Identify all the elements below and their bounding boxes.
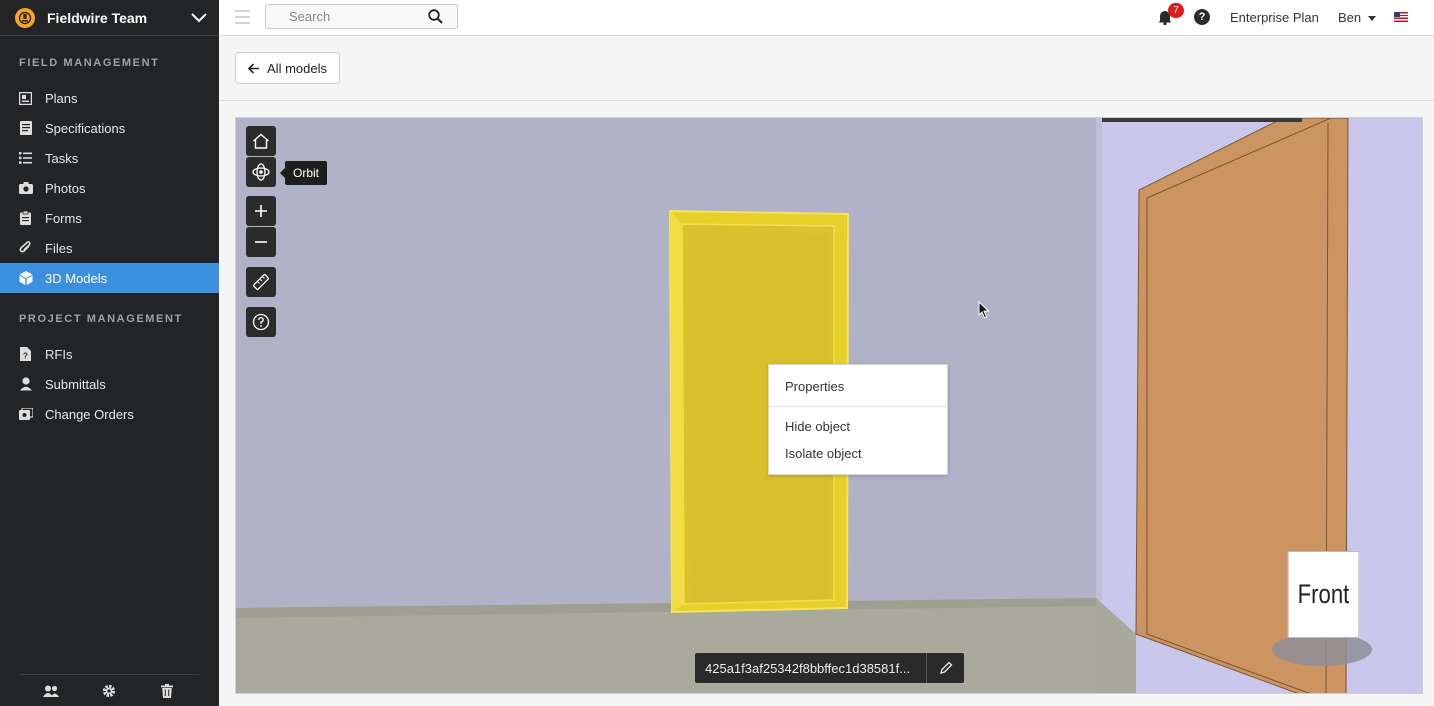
sidebar: Fieldwire Team FIELD MANAGEMENT Plans Sp… [0, 0, 219, 706]
sidebar-item-label: Specifications [45, 120, 126, 136]
sidebar-item-label: RFIs [45, 346, 73, 362]
orbit-tooltip: Orbit [279, 161, 328, 185]
orbit-icon [252, 163, 270, 181]
sidebar-item-label: Submittals [45, 376, 106, 392]
us-flag-icon[interactable] [1394, 12, 1408, 22]
object-id-bar: 425a1f3af25342f8bbffec1d38581f... [695, 653, 964, 683]
trash-icon[interactable] [159, 683, 175, 699]
sidebar-item-label: Tasks [45, 150, 79, 166]
zoom-in-button[interactable] [246, 196, 276, 226]
viewer-help-button[interactable] [246, 307, 276, 337]
sidebar-item-specifications[interactable]: Specifications [0, 113, 219, 143]
zoom-in-icon [255, 205, 267, 217]
sidebar-item-tasks[interactable]: Tasks [0, 143, 219, 173]
help-icon[interactable]: ? [1194, 9, 1210, 25]
sidebar-item-forms[interactable]: Forms [0, 203, 219, 233]
change-orders-icon [18, 407, 33, 422]
camera-icon [18, 181, 33, 196]
sidebar-item-label: Change Orders [45, 406, 134, 422]
sidebar-item-label: 3D Models [45, 270, 108, 286]
object-id-text: 425a1f3af25342f8bbffec1d38581f... [705, 660, 911, 676]
field-management-heading: FIELD MANAGEMENT [19, 57, 160, 69]
sidebar-item-plans[interactable]: Plans [0, 83, 219, 113]
chevron-down-icon[interactable] [179, 12, 219, 23]
sidebar-item-files[interactable]: Files [0, 233, 219, 263]
clipboard-icon [18, 211, 33, 226]
team-name: Fieldwire Team [47, 9, 148, 26]
sidebar-item-change-orders[interactable]: Change Orders [0, 399, 219, 429]
sidebar-item-label: Photos [45, 180, 86, 196]
context-menu: Properties Hide object Isolate object [768, 364, 948, 475]
all-models-back-button[interactable]: All models [235, 52, 340, 84]
isolate-object-menu-item[interactable]: Isolate object [785, 446, 862, 461]
page-header: All models [219, 37, 1434, 101]
help-icon [252, 313, 270, 331]
sidebar-item-label: Forms [45, 210, 82, 226]
sidebar-item-label: Files [45, 240, 73, 256]
sidebar-item-label: Plans [45, 90, 78, 106]
tasks-icon [18, 151, 33, 166]
menu-divider [769, 406, 947, 407]
app-root: Fieldwire Team FIELD MANAGEMENT Plans Sp… [0, 0, 1434, 706]
home-view-button[interactable] [246, 126, 276, 156]
edit-object-button[interactable] [926, 653, 964, 683]
user-name: Ben [1338, 10, 1362, 25]
menu-icon[interactable] [235, 10, 250, 24]
rfi-icon: ? [18, 347, 33, 362]
measure-icon [252, 273, 270, 291]
plan-label[interactable]: Enterprise Plan [1230, 10, 1319, 25]
top-bar: 7 ? Enterprise Plan Ben [219, 0, 1434, 36]
properties-menu-item[interactable]: Properties [785, 379, 844, 394]
zoom-out-icon [255, 241, 267, 243]
specifications-icon [18, 121, 33, 136]
arrow-left-icon [248, 62, 260, 74]
orbit-button[interactable] [246, 157, 276, 187]
team-switcher[interactable]: Fieldwire Team [0, 0, 219, 36]
gear-icon[interactable] [101, 683, 117, 699]
home-icon [253, 133, 269, 149]
hide-object-menu-item[interactable]: Hide object [785, 419, 850, 434]
sidebar-item-submittals[interactable]: Submittals [0, 369, 219, 399]
caret-down-icon [1367, 16, 1376, 22]
sidebar-item-3d-models[interactable]: 3D Models [0, 263, 219, 293]
sidebar-item-rfis[interactable]: ? RFIs [0, 339, 219, 369]
zoom-out-button[interactable] [246, 227, 276, 257]
cube-icon [18, 271, 33, 286]
user-menu[interactable]: Ben [1338, 10, 1376, 25]
notification-count-badge: 7 [1168, 3, 1184, 18]
view-cube[interactable]: Front [1287, 551, 1360, 638]
sidebar-footer-divider [20, 674, 199, 675]
svg-text:?: ? [23, 352, 28, 361]
view-cube-label: Front [1297, 579, 1350, 609]
search-icon[interactable] [428, 9, 443, 29]
user-icon [18, 377, 33, 392]
plans-icon [18, 91, 33, 106]
paperclip-icon [18, 241, 33, 256]
ceiling-edge [1102, 118, 1302, 122]
team-logo-icon [15, 7, 35, 28]
measure-button[interactable] [246, 267, 276, 297]
project-management-heading: PROJECT MANAGEMENT [19, 313, 183, 325]
model-viewer[interactable]: Orbit Properties Hide object Isolate obj… [235, 117, 1423, 694]
search-box[interactable] [265, 4, 458, 29]
back-button-label: All models [267, 60, 327, 76]
mouse-cursor-icon [978, 301, 990, 319]
sidebar-item-photos[interactable]: Photos [0, 173, 219, 203]
search-input[interactable] [266, 9, 416, 24]
floor[interactable] [236, 604, 1133, 694]
people-icon[interactable] [43, 683, 59, 699]
pencil-icon [939, 661, 952, 674]
